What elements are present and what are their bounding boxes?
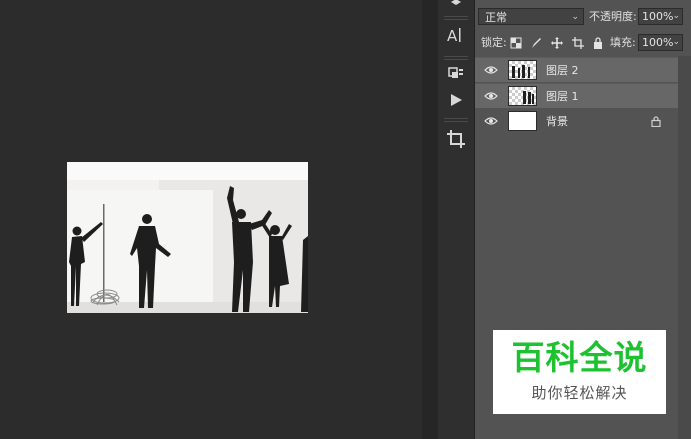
opacity-field[interactable]: 100% ⌄ [638, 8, 683, 25]
3d-icon[interactable] [444, 0, 468, 14]
play-action-icon[interactable] [444, 88, 468, 112]
opacity-value: 100% [642, 10, 674, 23]
layer-thumbnail [508, 111, 537, 131]
chevron-down-icon: ⌄ [672, 37, 680, 47]
fill-value: 100% [642, 36, 674, 49]
chevron-down-icon: ⌄ [672, 11, 680, 21]
blend-mode-value: 正常 [485, 11, 507, 24]
panel-grip[interactable] [444, 118, 468, 122]
eye-visibility-icon[interactable] [484, 115, 498, 127]
lock-label: 锁定: [481, 36, 507, 49]
watermark-title: 百科全说 [511, 338, 648, 377]
lock-image-pixels-icon[interactable] [529, 34, 543, 54]
layer-name: 图层 2 [546, 64, 579, 77]
document-canvas[interactable] [67, 162, 308, 313]
layer-row-layer2[interactable]: 图层 2 [475, 57, 678, 82]
layers-scrollbar[interactable] [678, 56, 691, 439]
lock-all-icon[interactable] [591, 34, 605, 54]
layer-row-layer1[interactable]: 图层 1 [475, 83, 678, 108]
layer-thumbnail [508, 86, 537, 106]
layer-name: 背景 [546, 115, 568, 128]
lock-transparent-pixels-icon[interactable] [509, 34, 523, 54]
fill-field[interactable]: 100% ⌄ [638, 34, 683, 51]
layer-name: 图层 1 [546, 90, 579, 103]
lock-position-icon[interactable] [550, 34, 564, 54]
watermark-subtitle: 助你轻松解决 [531, 384, 628, 402]
eye-visibility-icon[interactable] [484, 64, 498, 76]
collapsed-panel-strip: A [438, 0, 475, 439]
panel-grip[interactable] [444, 16, 468, 20]
layer-thumbnail [508, 60, 537, 80]
svg-text:A: A [447, 27, 458, 45]
canvas-area[interactable] [0, 0, 422, 439]
business-people-photo [69, 186, 308, 312]
watermark-logo: 百科全说 助你轻松解决 [493, 330, 666, 414]
crop-icon[interactable] [444, 127, 468, 151]
lock-icon [651, 116, 661, 130]
panel-grip[interactable] [444, 56, 468, 60]
fill-label: 填充: [610, 36, 636, 49]
character-text-icon[interactable]: A [444, 23, 468, 47]
layer-comps-icon[interactable] [444, 62, 468, 86]
opacity-label: 不透明度: [589, 10, 637, 23]
eye-visibility-icon[interactable] [484, 90, 498, 102]
chevron-down-icon: ⌄ [571, 12, 579, 22]
lock-artboard-icon[interactable] [571, 34, 585, 54]
panel-divider [422, 0, 438, 439]
blend-mode-select[interactable]: 正常 ⌄ [478, 8, 584, 25]
layer-row-background[interactable]: 背景 [475, 109, 678, 134]
